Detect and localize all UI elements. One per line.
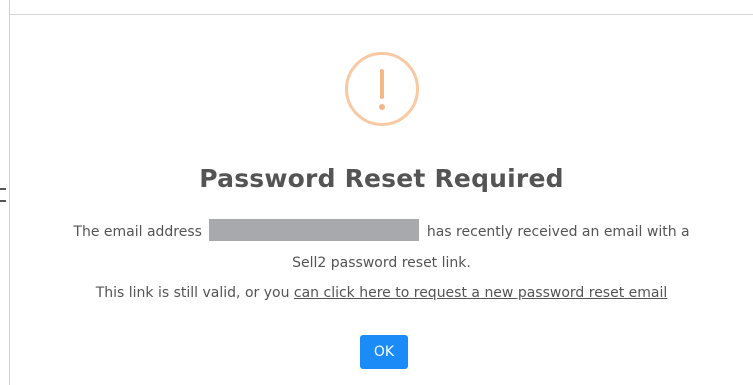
- backdrop-top-edge: [0, 0, 753, 15]
- message-prefix: The email address: [73, 224, 202, 240]
- ok-button[interactable]: OK: [360, 335, 408, 369]
- message-suffix: has recently received an email with a: [426, 224, 690, 240]
- page: Password Reset Required The email addres…: [0, 0, 753, 385]
- message-line-2: Sell2 password reset link.: [292, 255, 471, 271]
- backdrop-marker: [0, 200, 6, 202]
- exclamation-dot: [379, 104, 385, 110]
- exclamation-warning-icon: [345, 52, 419, 126]
- message-line-3: This link is still valid, or you can cli…: [10, 285, 753, 301]
- link-validity-text: This link is still valid, or you: [95, 285, 290, 301]
- redacted-email: [209, 219, 420, 241]
- password-reset-dialog: Password Reset Required The email addres…: [10, 15, 753, 385]
- request-reset-link[interactable]: can click here to request a new password…: [294, 285, 667, 301]
- message-line-1: The email address has recently received …: [10, 219, 753, 243]
- backdrop-left-edge: [0, 0, 10, 385]
- backdrop-marker: [0, 188, 6, 190]
- exclamation-bar: [380, 69, 384, 99]
- dialog-title: Password Reset Required: [199, 164, 564, 193]
